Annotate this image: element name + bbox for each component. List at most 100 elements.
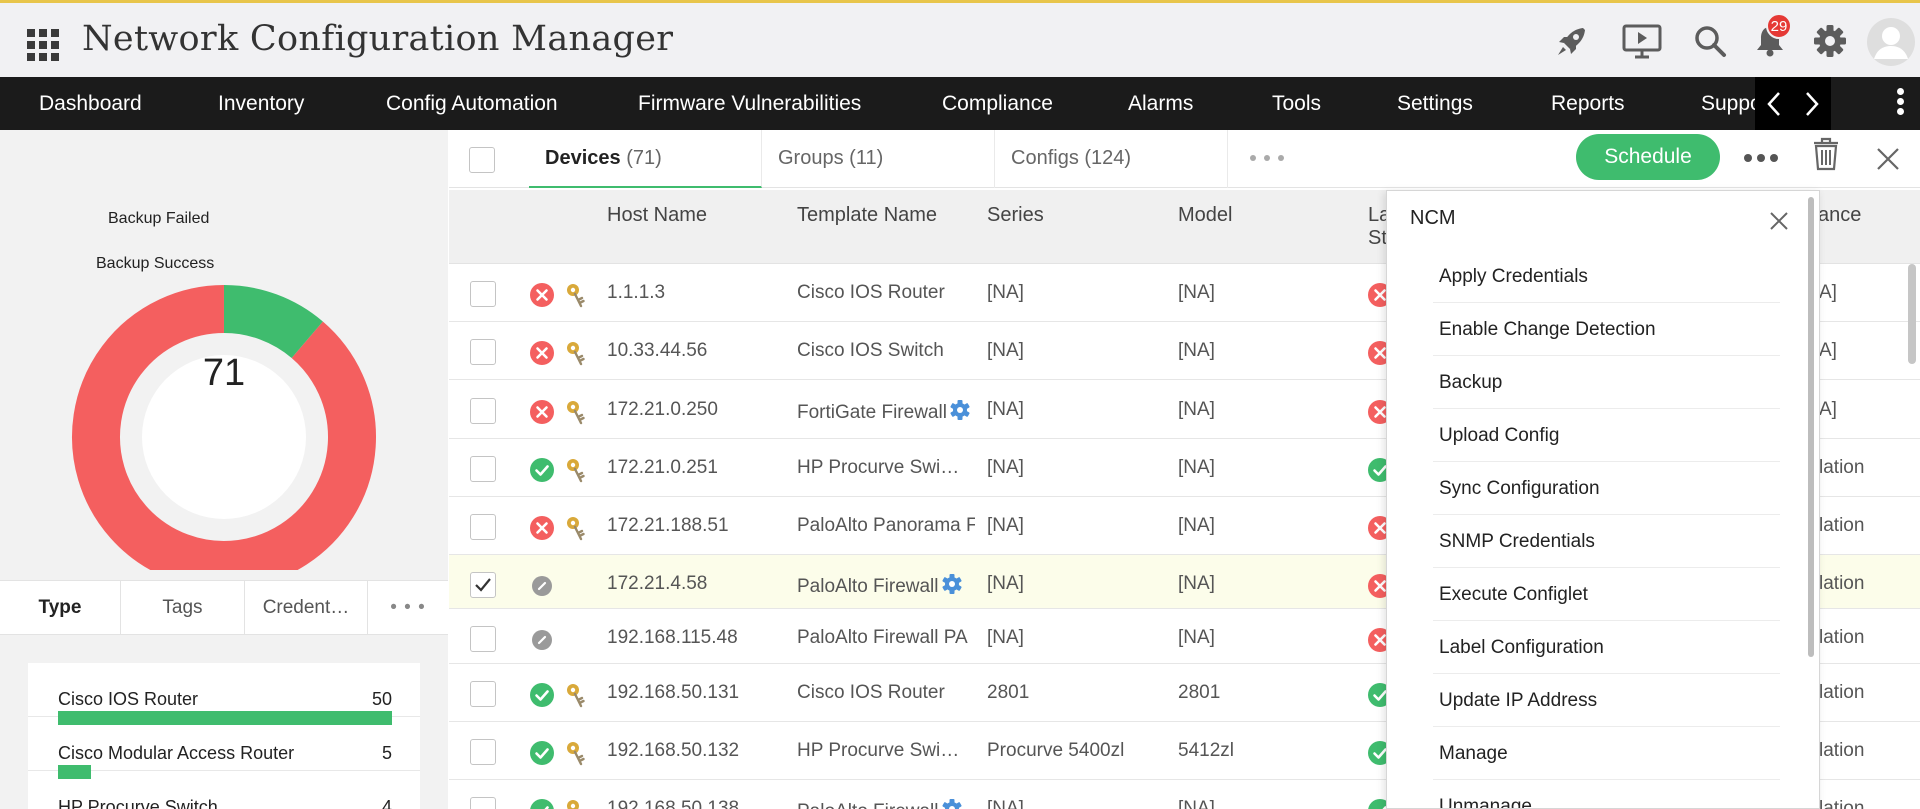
row-checkbox[interactable] xyxy=(470,339,496,365)
rocket-icon[interactable] xyxy=(1550,19,1594,63)
more-vertical-icon[interactable] xyxy=(1893,86,1907,122)
host-name-cell[interactable]: 192.168.50.132 xyxy=(607,740,787,762)
success-status-icon xyxy=(530,741,554,765)
backup-success-arc[interactable] xyxy=(223,285,323,359)
credentials-key-icon[interactable] xyxy=(564,282,588,308)
row-checkbox[interactable] xyxy=(470,797,496,809)
row-checkbox[interactable] xyxy=(470,739,496,765)
template-settings-icon[interactable] xyxy=(941,798,963,809)
menu-scrollbar[interactable] xyxy=(1808,197,1814,657)
nav-inventory[interactable]: Inventory xyxy=(218,77,304,130)
nav-alarms[interactable]: Alarms xyxy=(1128,77,1193,130)
menu-item-apply-credentials[interactable]: Apply Credentials xyxy=(1433,250,1780,303)
nav-dashboard[interactable]: Dashboard xyxy=(39,77,142,130)
row-checkbox[interactable] xyxy=(470,281,496,307)
host-name-cell[interactable]: 10.33.44.56 xyxy=(607,340,787,362)
user-avatar-icon[interactable] xyxy=(1866,17,1916,67)
tab-devices[interactable]: Devices (71) xyxy=(529,130,762,188)
template-name-cell: FortiGate Firewall xyxy=(797,399,975,427)
nav-config-automation[interactable]: Config Automation xyxy=(386,77,558,130)
chevron-right-icon[interactable] xyxy=(1793,77,1831,130)
host-name-cell[interactable]: 192.168.50.131 xyxy=(607,682,787,704)
more-tabs-icon[interactable] xyxy=(1247,150,1287,171)
host-name-cell[interactable]: 172.21.0.250 xyxy=(607,399,787,421)
credentials-key-icon[interactable] xyxy=(564,340,588,366)
list-item[interactable]: HP Procurve Switch 4 xyxy=(28,771,420,809)
template-name-text: FortiGate Firewall xyxy=(797,402,947,423)
menu-item-unmanage[interactable]: Unmanage xyxy=(1433,780,1780,808)
chevron-left-icon[interactable] xyxy=(1755,77,1793,130)
nav-compliance[interactable]: Compliance xyxy=(942,77,1053,130)
compliance-cell: lation xyxy=(1819,515,1865,536)
nav-support[interactable]: Suppo xyxy=(1701,77,1755,130)
menu-item-update-ip-address[interactable]: Update IP Address xyxy=(1433,674,1780,727)
credentials-key-icon[interactable] xyxy=(564,740,588,766)
host-name-cell[interactable]: 172.21.0.251 xyxy=(607,457,787,479)
list-item[interactable]: Cisco IOS Router 50 xyxy=(28,663,420,725)
row-checkbox[interactable] xyxy=(470,572,496,598)
host-name-cell[interactable]: 172.21.188.51 xyxy=(607,515,787,537)
schedule-button[interactable]: Schedule xyxy=(1576,134,1720,180)
host-name-cell[interactable]: 172.21.4.58 xyxy=(607,573,787,595)
col-compliance[interactable]: ance xyxy=(1818,204,1861,227)
table-scrollbar[interactable] xyxy=(1908,264,1916,364)
menu-item-manage[interactable]: Manage xyxy=(1433,727,1780,780)
host-name-cell[interactable]: 192.168.50.138 xyxy=(607,798,787,809)
menu-item-label-configuration[interactable]: Label Configuration xyxy=(1433,621,1780,674)
more-actions-icon[interactable] xyxy=(1743,150,1779,171)
col-series[interactable]: Series xyxy=(987,204,1044,227)
template-settings-icon[interactable] xyxy=(949,399,971,427)
template-settings-icon[interactable] xyxy=(941,573,963,601)
credentials-key-icon[interactable] xyxy=(564,682,588,708)
select-all-checkbox[interactable] xyxy=(469,147,495,173)
host-name-cell[interactable]: 1.1.1.3 xyxy=(607,282,787,304)
gear-icon[interactable] xyxy=(1808,19,1852,63)
nav-tools[interactable]: Tools xyxy=(1272,77,1321,130)
error-status-icon xyxy=(530,400,554,424)
col-host-name[interactable]: Host Name xyxy=(607,204,707,227)
tab-groups[interactable]: Groups (11) xyxy=(762,130,995,188)
tab-type[interactable]: Type xyxy=(0,581,121,634)
search-icon[interactable] xyxy=(1688,19,1732,63)
close-icon[interactable] xyxy=(1875,146,1901,177)
device-total-count: 71 xyxy=(202,352,246,394)
credentials-key-icon[interactable] xyxy=(564,457,588,483)
menu-item-snmp-credentials[interactable]: SNMP Credentials xyxy=(1433,515,1780,568)
apps-grid-icon[interactable] xyxy=(27,29,59,61)
presentation-icon[interactable] xyxy=(1620,19,1664,63)
row-checkbox[interactable] xyxy=(470,681,496,707)
template-name-text: Cisco IOS Router xyxy=(797,682,945,703)
credentials-key-icon[interactable] xyxy=(564,399,588,425)
notification-badge: 29 xyxy=(1766,13,1792,39)
tab-credentials[interactable]: Credent… xyxy=(245,581,368,634)
credentials-key-icon[interactable] xyxy=(564,515,588,541)
list-item[interactable]: Cisco Modular Access Router 5 xyxy=(28,717,420,779)
row-checkbox[interactable] xyxy=(470,514,496,540)
col-model[interactable]: Model xyxy=(1178,204,1232,227)
tab-configs[interactable]: Configs (124) xyxy=(995,130,1228,188)
row-checkbox[interactable] xyxy=(470,398,496,424)
menu-item-upload-config[interactable]: Upload Config xyxy=(1433,409,1780,462)
more-tabs-icon[interactable]: • • • xyxy=(368,581,448,634)
row-checkbox[interactable] xyxy=(470,456,496,482)
nav-settings[interactable]: Settings xyxy=(1397,77,1473,130)
menu-item-sync-configuration[interactable]: Sync Configuration xyxy=(1433,462,1780,515)
template-name-cell: PaloAlto Firewall PA xyxy=(797,627,975,649)
tab-configs-count: (124) xyxy=(1084,147,1132,169)
series-cell: 2801 xyxy=(987,682,1030,703)
menu-item-backup[interactable]: Backup xyxy=(1433,356,1780,409)
template-name-text: PaloAlto Firewall xyxy=(797,576,939,597)
credentials-key-icon[interactable] xyxy=(564,798,588,809)
menu-item-enable-change-detection[interactable]: Enable Change Detection xyxy=(1433,303,1780,356)
row-checkbox[interactable] xyxy=(470,626,496,652)
nav-reports[interactable]: Reports xyxy=(1551,77,1625,130)
compliance-cell: lation xyxy=(1819,573,1865,594)
menu-item-execute-configlet[interactable]: Execute Configlet xyxy=(1433,568,1780,621)
model-cell: [NA] xyxy=(1178,573,1215,594)
col-template-name[interactable]: Template Name xyxy=(797,204,937,227)
tab-tags[interactable]: Tags xyxy=(121,581,245,634)
host-name-cell[interactable]: 192.168.115.48 xyxy=(607,627,787,649)
trash-icon[interactable] xyxy=(1811,136,1841,177)
nav-firmware-vulnerabilities[interactable]: Firmware Vulnerabilities xyxy=(638,77,861,130)
close-icon[interactable] xyxy=(1767,209,1791,233)
